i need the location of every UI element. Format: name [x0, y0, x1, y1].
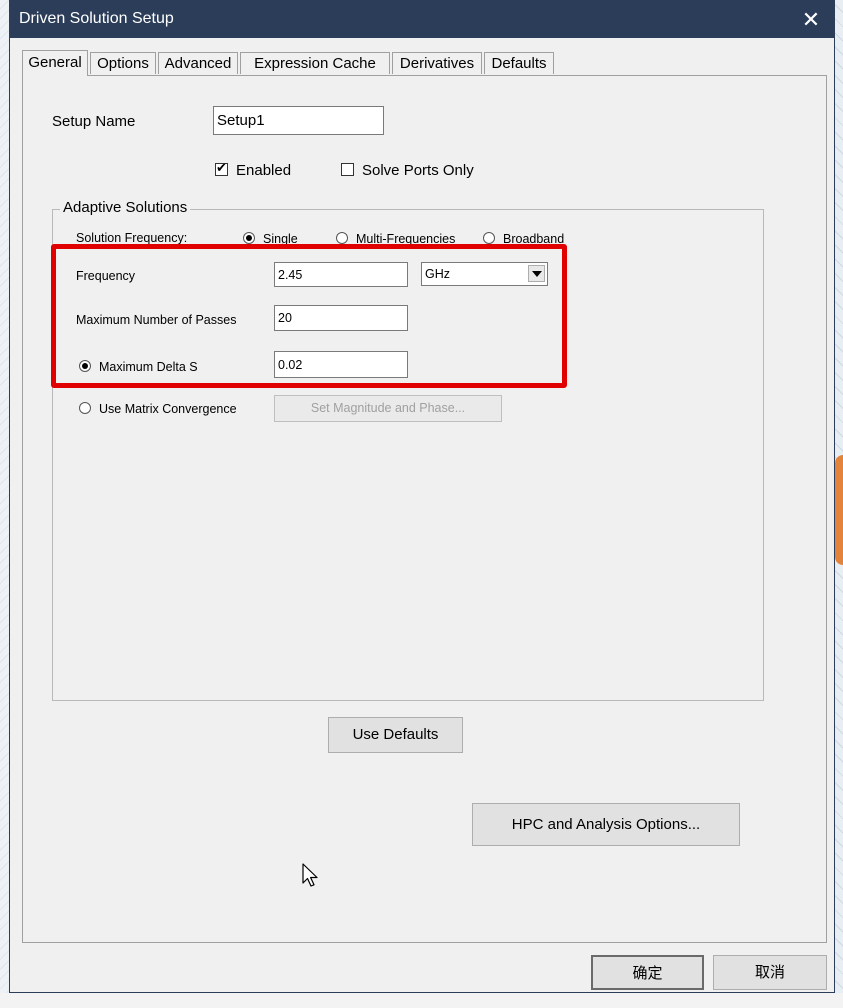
radio-broadband[interactable]: [483, 232, 495, 244]
adaptive-solutions-title: Adaptive Solutions: [60, 199, 191, 216]
radio-single[interactable]: [243, 232, 255, 244]
solve-ports-only-label: Solve Ports Only: [362, 162, 474, 179]
check-icon: ✔: [216, 160, 227, 175]
frequency-label: Frequency: [76, 269, 136, 283]
window-title: Driven Solution Setup: [19, 10, 174, 27]
frequency-unit-select[interactable]: GHz: [421, 262, 548, 286]
radio-multi-frequencies[interactable]: [336, 232, 348, 244]
mouse-pointer-icon: [302, 863, 318, 887]
frequency-input[interactable]: [274, 262, 408, 287]
tab-advanced[interactable]: Advanced: [158, 52, 238, 74]
setup-name-input[interactable]: [213, 106, 384, 135]
radio-selected-dot: [246, 235, 252, 241]
radio-multi-frequencies-label: Multi-Frequencies: [356, 232, 456, 246]
background-app-bottom: [0, 993, 843, 1008]
max-delta-s-input[interactable]: [274, 351, 408, 378]
close-button[interactable]: ✕: [788, 1, 834, 38]
solution-frequency-label: Solution Frequency:: [76, 231, 188, 245]
cancel-button[interactable]: 取消: [713, 955, 827, 990]
tab-derivatives[interactable]: Derivatives: [392, 52, 482, 74]
enabled-label: Enabled: [236, 162, 292, 179]
tab-defaults[interactable]: Defaults: [484, 52, 554, 74]
set-magnitude-phase-button[interactable]: Set Magnitude and Phase...: [274, 395, 502, 422]
dialog-window: Driven Solution Setup ✕ General Options …: [9, 0, 835, 993]
max-passes-input[interactable]: [274, 305, 408, 331]
adaptive-solutions-group: [52, 209, 764, 701]
tab-expression-cache[interactable]: Expression Cache: [240, 52, 390, 74]
tab-general[interactable]: General: [22, 50, 88, 76]
ok-button[interactable]: 确定: [591, 955, 704, 990]
radio-broadband-label: Broadband: [503, 232, 565, 246]
matrix-convergence-label: Use Matrix Convergence: [99, 402, 237, 416]
setup-name-label: Setup Name: [52, 113, 136, 130]
radio-matrix-convergence[interactable]: [79, 402, 91, 414]
enabled-checkbox[interactable]: ✔: [215, 160, 228, 176]
dropdown-arrow-icon[interactable]: [528, 265, 545, 282]
radio-single-label: Single: [263, 232, 298, 246]
background-orange-shape: [835, 455, 843, 565]
tab-options[interactable]: Options: [90, 52, 156, 74]
max-delta-s-label: Maximum Delta S: [99, 360, 198, 374]
use-defaults-button[interactable]: Use Defaults: [328, 717, 463, 753]
solve-ports-only-checkbox[interactable]: [341, 163, 354, 176]
hpc-analysis-options-button[interactable]: HPC and Analysis Options...: [472, 803, 740, 846]
radio-selected-dot: [82, 363, 88, 369]
radio-max-delta-s[interactable]: [79, 360, 91, 372]
max-passes-label: Maximum Number of Passes: [76, 313, 237, 327]
title-bar[interactable]: Driven Solution Setup ✕: [10, 1, 834, 38]
frequency-unit-value: GHz: [425, 267, 450, 281]
